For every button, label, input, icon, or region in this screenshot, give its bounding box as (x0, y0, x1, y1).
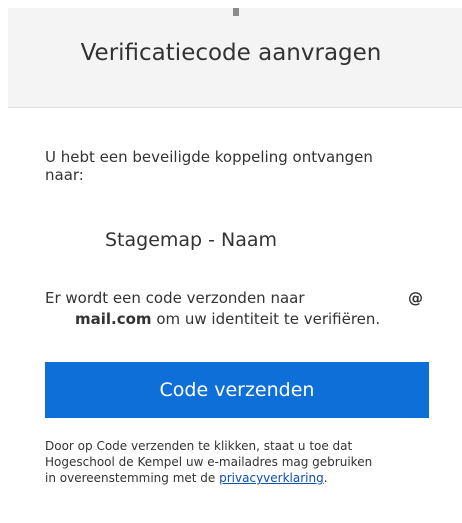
send-code-button[interactable]: Code verzenden (45, 362, 429, 418)
consent-footer: Door op Code verzenden te klikken, staat… (45, 438, 445, 486)
footer-line-2: Hogeschool de Kempel uw e-mailadres mag … (45, 455, 373, 469)
email-at-sign: @ (408, 289, 423, 307)
intro-text: U hebt een beveiligde koppeling ontvange… (45, 148, 373, 184)
code-notice: Er wordt een code verzonden naar @ mail.… (45, 288, 435, 330)
document-name: Stagemap - Naam (105, 229, 278, 251)
verification-page: Verificatiecode aanvragen U hebt een bev… (0, 0, 462, 523)
drag-handle-icon (233, 8, 239, 16)
notice-prefix: Er wordt een code verzonden naar (45, 289, 305, 307)
notice-suffix: om uw identiteit te verifiëren. (151, 310, 381, 328)
notice-line-2: mail.com om uw identiteit te verifiëren. (45, 309, 435, 330)
footer-line-1: Door op Code verzenden te klikken, staat… (45, 439, 353, 453)
page-title: Verificatiecode aanvragen (80, 40, 382, 66)
notice-line-1: Er wordt een code verzonden naar @ (45, 288, 435, 309)
privacy-statement-link[interactable]: privacyverklaring (219, 471, 324, 485)
email-domain: mail.com (75, 310, 152, 328)
footer-line-3-prefix: in overeenstemming met de (45, 471, 220, 485)
footer-line-3: in overeenstemming met de privacyverklar… (45, 470, 445, 486)
footer-line-3-suffix: . (323, 471, 328, 485)
